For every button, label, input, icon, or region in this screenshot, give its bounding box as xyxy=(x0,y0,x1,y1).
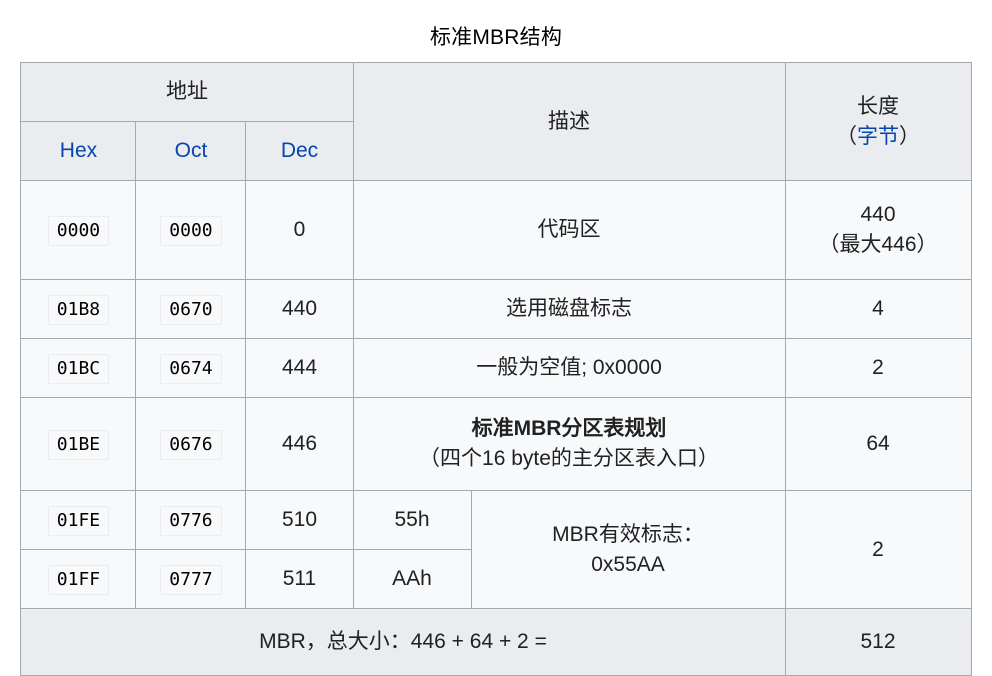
cell-signature-marker: 55h xyxy=(352,490,472,550)
cell-dec: 446 xyxy=(245,397,354,491)
oct-code: 0674 xyxy=(160,353,222,384)
cell-dec: 444 xyxy=(245,338,354,398)
header-address-group: 地址 xyxy=(20,62,354,122)
oct-code: 0676 xyxy=(160,429,222,460)
cell-hex: 01BE xyxy=(20,397,137,491)
hex-code: 01FF xyxy=(47,564,110,595)
total-summary-label: MBR，总大小：446 + 64 + 2 = xyxy=(20,608,786,676)
mbr-structure-table: 地址 描述 长度 （字节） Hex Oct Dec 0000 0000 0 代码… xyxy=(20,62,972,676)
cell-dec: 0 xyxy=(245,180,354,280)
header-length-unit-wrap: （字节） xyxy=(792,122,965,152)
cell-oct: 0670 xyxy=(135,279,247,339)
header-hex: Hex xyxy=(20,121,137,181)
header-oct: Oct xyxy=(135,121,247,181)
oct-code: 0776 xyxy=(160,505,222,536)
paren-open: （ xyxy=(836,124,857,148)
hex-code: 01BC xyxy=(47,353,110,384)
header-oct-label: Oct xyxy=(174,139,208,162)
cell-oct: 0674 xyxy=(135,338,247,398)
header-dec: Dec xyxy=(245,121,354,181)
cell-description: 标准MBR分区表规划 （四个16 byte的主分区表入口） xyxy=(352,397,786,491)
cell-dec: 511 xyxy=(245,549,354,609)
table-row: 01BC 0674 444 一般为空值; 0x0000 2 xyxy=(20,338,972,398)
description-title: 标准MBR分区表规划 xyxy=(471,417,667,440)
cell-description: 一般为空值; 0x0000 xyxy=(352,338,786,398)
cell-oct: 0777 xyxy=(135,549,247,609)
header-length: 长度 （字节） xyxy=(784,62,972,181)
oct-code: 0670 xyxy=(160,294,222,325)
cell-length: 2 xyxy=(784,490,972,609)
table-footer-row: MBR，总大小：446 + 64 + 2 = 512 xyxy=(20,608,972,676)
table-caption: 标准MBR结构 xyxy=(429,26,563,49)
description-note: （四个16 byte的主分区表入口） xyxy=(419,447,719,470)
cell-length: 2 xyxy=(784,338,972,398)
signature-value: 0x55AA xyxy=(591,552,665,576)
table-row: 01B8 0670 440 选用磁盘标志 4 xyxy=(20,279,972,339)
table-row: 01BE 0676 446 标准MBR分区表规划 （四个16 byte的主分区表… xyxy=(20,397,972,491)
cell-description: 代码区 xyxy=(352,180,786,280)
header-length-main: 长度 xyxy=(857,94,899,118)
table-row: 0000 0000 0 代码区 440 （最大446） xyxy=(20,180,972,280)
cell-oct: 0000 xyxy=(135,180,247,280)
paren-close: ） xyxy=(899,124,920,148)
hex-code: 01FE xyxy=(47,505,110,536)
cell-hex: 01FE xyxy=(20,490,137,550)
cell-oct: 0776 xyxy=(135,490,247,550)
total-value: 512 xyxy=(784,608,972,676)
cell-dec: 440 xyxy=(245,279,354,339)
cell-hex: 01FF xyxy=(20,549,137,609)
hex-code: 01B8 xyxy=(47,294,110,325)
header-hex-label: Hex xyxy=(59,139,98,162)
cell-signature-marker: AAh xyxy=(352,549,472,609)
cell-dec: 510 xyxy=(245,490,354,550)
header-dec-label: Dec xyxy=(280,139,319,162)
cell-hex: 01B8 xyxy=(20,279,137,339)
hex-code: 0000 xyxy=(47,215,110,246)
cell-hex: 01BC xyxy=(20,338,137,398)
cell-length: 4 xyxy=(784,279,972,339)
header-row-primary: 地址 描述 长度 （字节） xyxy=(20,62,972,181)
table-body: 0000 0000 0 代码区 440 （最大446） 01B8 0670 44… xyxy=(20,180,972,676)
table-head: 地址 描述 长度 （字节） Hex Oct Dec xyxy=(20,62,972,181)
header-length-unit: 字节 xyxy=(857,124,899,148)
hex-code: 01BE xyxy=(47,429,110,460)
table-row: 01FE 0776 510 55h MBR有效标志： 0x55AA 2 xyxy=(20,490,972,609)
cell-description: 选用磁盘标志 xyxy=(352,279,786,339)
header-description: 描述 xyxy=(352,62,786,181)
cell-oct: 0676 xyxy=(135,397,247,491)
oct-code: 0777 xyxy=(160,564,222,595)
signature-label: MBR有效标志： xyxy=(552,522,704,546)
length-primary: 440 xyxy=(860,203,896,226)
cell-signature-description: MBR有效标志： 0x55AA xyxy=(470,490,786,609)
oct-code: 0000 xyxy=(160,215,222,246)
cell-length: 440 （最大446） xyxy=(784,180,972,280)
length-secondary: （最大446） xyxy=(818,233,938,256)
mbr-structure-page: 标准MBR结构 地址 描述 长度 （字节） Hex Oct Dec 0000 0… xyxy=(0,0,992,676)
cell-length: 64 xyxy=(784,397,972,491)
cell-hex: 0000 xyxy=(20,180,137,280)
